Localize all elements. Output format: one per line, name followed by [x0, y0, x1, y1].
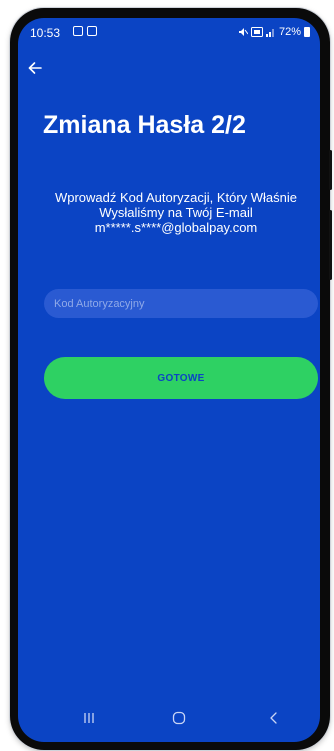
status-bar: 10:53 72% [18, 18, 320, 46]
instruction-email: m*****.s****@globalpay.com [94, 220, 258, 235]
done-button[interactable]: GOTOWE [44, 357, 318, 399]
back-button[interactable] [28, 56, 56, 80]
battery-percent: 72% [278, 26, 301, 38]
home-button[interactable] [164, 708, 194, 728]
instruction-line: Wysłaliśmy na Twój E-mail [99, 205, 253, 220]
app-screen: 10:53 72% Zmiana Hasła 2/2 Wprowadź Kod … [18, 18, 320, 742]
mute-icon [238, 28, 248, 36]
instruction-line: Wprowadź Kod Autoryzacji, Który Właśnie [54, 190, 298, 205]
page-title: Zmiana Hasła 2/2 [43, 111, 246, 139]
message-notification-icon [87, 26, 97, 36]
status-notification-icons [73, 26, 97, 36]
back-arrow-icon [28, 62, 42, 74]
phone-side-button [329, 210, 332, 280]
status-system-icons: 72% [238, 26, 310, 38]
instruction-text: Wprowadź Kod Autoryzacji, Który Właśnie … [36, 190, 316, 235]
back-chevron-icon [270, 712, 277, 724]
volte-icon [250, 27, 263, 37]
home-icon [172, 711, 186, 725]
authorization-code-input[interactable] [44, 289, 318, 318]
navigation-bar [18, 696, 320, 742]
gallery-notification-icon [73, 26, 83, 36]
phone-side-button [329, 150, 332, 190]
page: 10:53 72% Zmiana Hasła 2/2 Wprowadź Kod … [0, 0, 334, 751]
back-nav-button[interactable] [259, 708, 289, 728]
signal-icon [265, 29, 274, 37]
battery-icon [304, 27, 310, 37]
status-time: 10:53 [30, 26, 61, 40]
recent-apps-icon [84, 713, 94, 723]
recent-apps-button[interactable] [74, 708, 104, 728]
